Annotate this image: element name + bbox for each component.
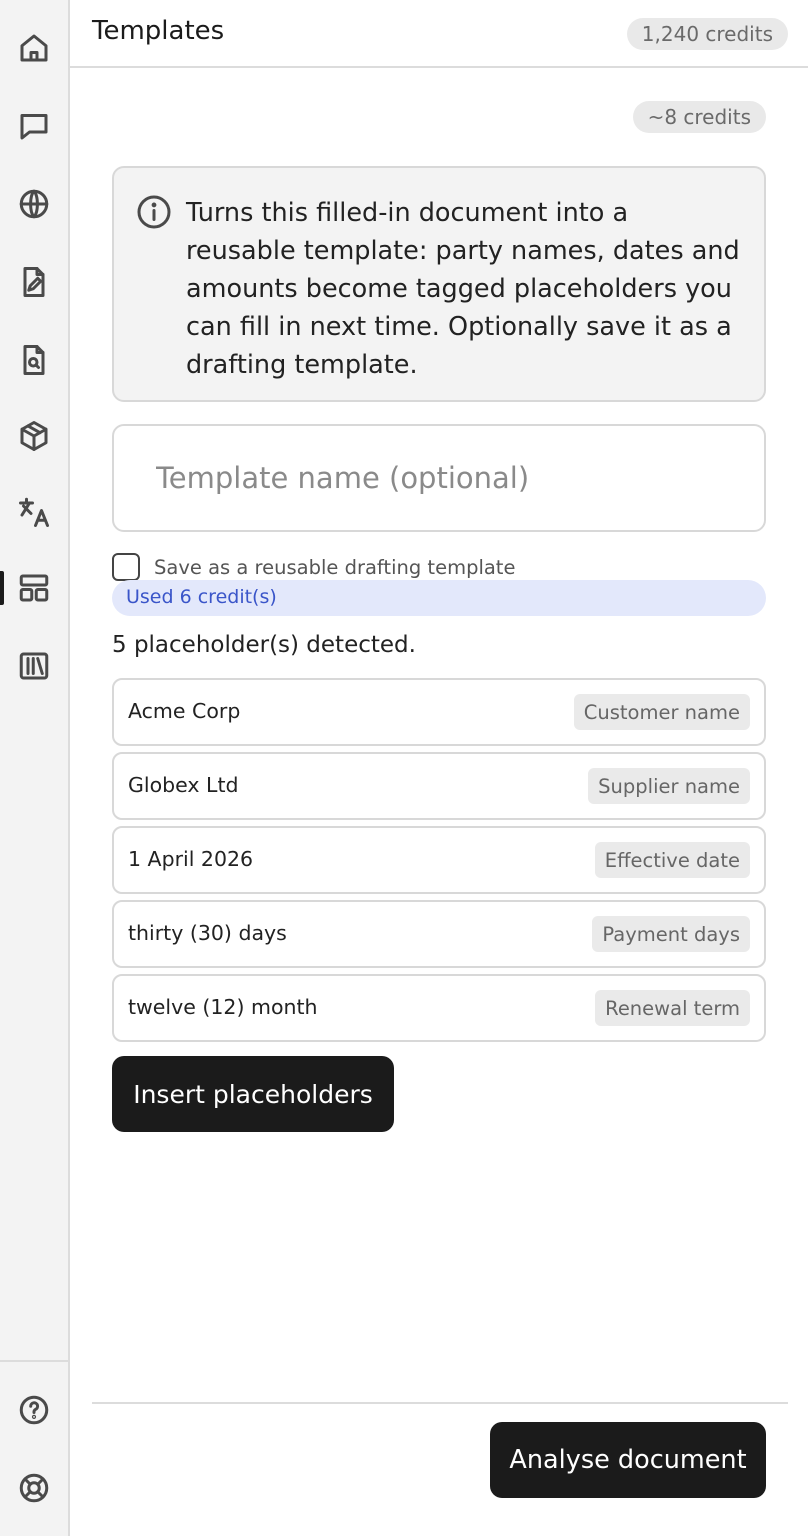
- footer-divider: [92, 1402, 788, 1404]
- analyse-document-button[interactable]: Analyse document: [490, 1422, 766, 1498]
- document-edit-icon: [23, 267, 45, 297]
- templates-icon: [19, 574, 49, 602]
- sidebar-item-draft[interactable]: [0, 252, 68, 312]
- sidebar-item-support[interactable]: [0, 1458, 68, 1518]
- placeholder-value: thirty (30) days: [128, 921, 287, 945]
- sidebar-item-library[interactable]: [0, 636, 68, 696]
- header: Templates 1,240 credits: [70, 0, 808, 68]
- sidebar-item-help[interactable]: [0, 1380, 68, 1440]
- sidebar-item-review[interactable]: [0, 330, 68, 390]
- save-template-option[interactable]: Save as a reusable drafting template: [112, 552, 515, 582]
- templates-panel: ~8 credits Turns this filled-in document…: [70, 70, 808, 1536]
- credits-used-notice: Used 6 credit(s): [112, 580, 766, 616]
- library-icon: [19, 652, 49, 680]
- save-template-label: Save as a reusable drafting template: [154, 555, 516, 579]
- save-template-checkbox[interactable]: [112, 553, 140, 581]
- info-text: Turns this filled-in document into a reu…: [186, 198, 740, 380]
- sidebar-item-modules[interactable]: [0, 406, 68, 466]
- placeholder-value: 1 April 2026: [128, 847, 254, 871]
- document-search-icon: [23, 345, 45, 375]
- credits-balance-badge: 1,240 credits: [626, 18, 788, 50]
- placeholder-tag: Effective date: [594, 842, 750, 878]
- placeholder-row[interactable]: 1 April 2026 Effective date: [112, 826, 766, 894]
- template-name-input[interactable]: [112, 424, 766, 532]
- chat-icon: [20, 114, 48, 140]
- placeholder-tag: Supplier name: [588, 768, 750, 804]
- placeholder-value: Acme Corp: [128, 699, 241, 723]
- placeholder-value: twelve (12) month: [128, 995, 318, 1019]
- placeholder-row[interactable]: thirty (30) days Payment days: [112, 900, 766, 968]
- detected-count: 5 placeholder(s) detected.: [112, 632, 416, 658]
- sidebar-item-translate[interactable]: [0, 482, 68, 542]
- placeholder-list: Acme Corp Customer name Globex Ltd Suppl…: [112, 678, 766, 1048]
- placeholder-row[interactable]: twelve (12) month Renewal term: [112, 974, 766, 1042]
- sidebar-item-home[interactable]: [0, 18, 68, 78]
- help-icon: [19, 1395, 49, 1425]
- home-icon: [20, 34, 48, 62]
- placeholder-tag: Customer name: [573, 694, 750, 730]
- sidebar-divider: [0, 1360, 68, 1362]
- sidebar: [0, 0, 70, 1536]
- placeholder-value: Globex Ltd: [128, 773, 239, 797]
- cube-icon: [20, 421, 48, 451]
- sidebar-item-web[interactable]: [0, 174, 68, 234]
- cost-estimate-badge: ~8 credits: [632, 101, 766, 133]
- info-icon: [137, 195, 171, 229]
- globe-icon: [19, 189, 49, 219]
- sidebar-item-chat[interactable]: [0, 96, 68, 156]
- info-box: Turns this filled-in document into a reu…: [112, 166, 766, 402]
- placeholder-row[interactable]: Globex Ltd Supplier name: [112, 752, 766, 820]
- placeholder-row[interactable]: Acme Corp Customer name: [112, 678, 766, 746]
- page-title: Templates: [92, 16, 225, 46]
- placeholder-tag: Renewal term: [595, 990, 750, 1026]
- support-icon: [19, 1473, 49, 1503]
- translate-icon: [19, 497, 49, 527]
- sidebar-item-templates[interactable]: [0, 558, 68, 618]
- insert-placeholders-button[interactable]: Insert placeholders: [112, 1056, 394, 1132]
- placeholder-tag: Payment days: [592, 916, 750, 952]
